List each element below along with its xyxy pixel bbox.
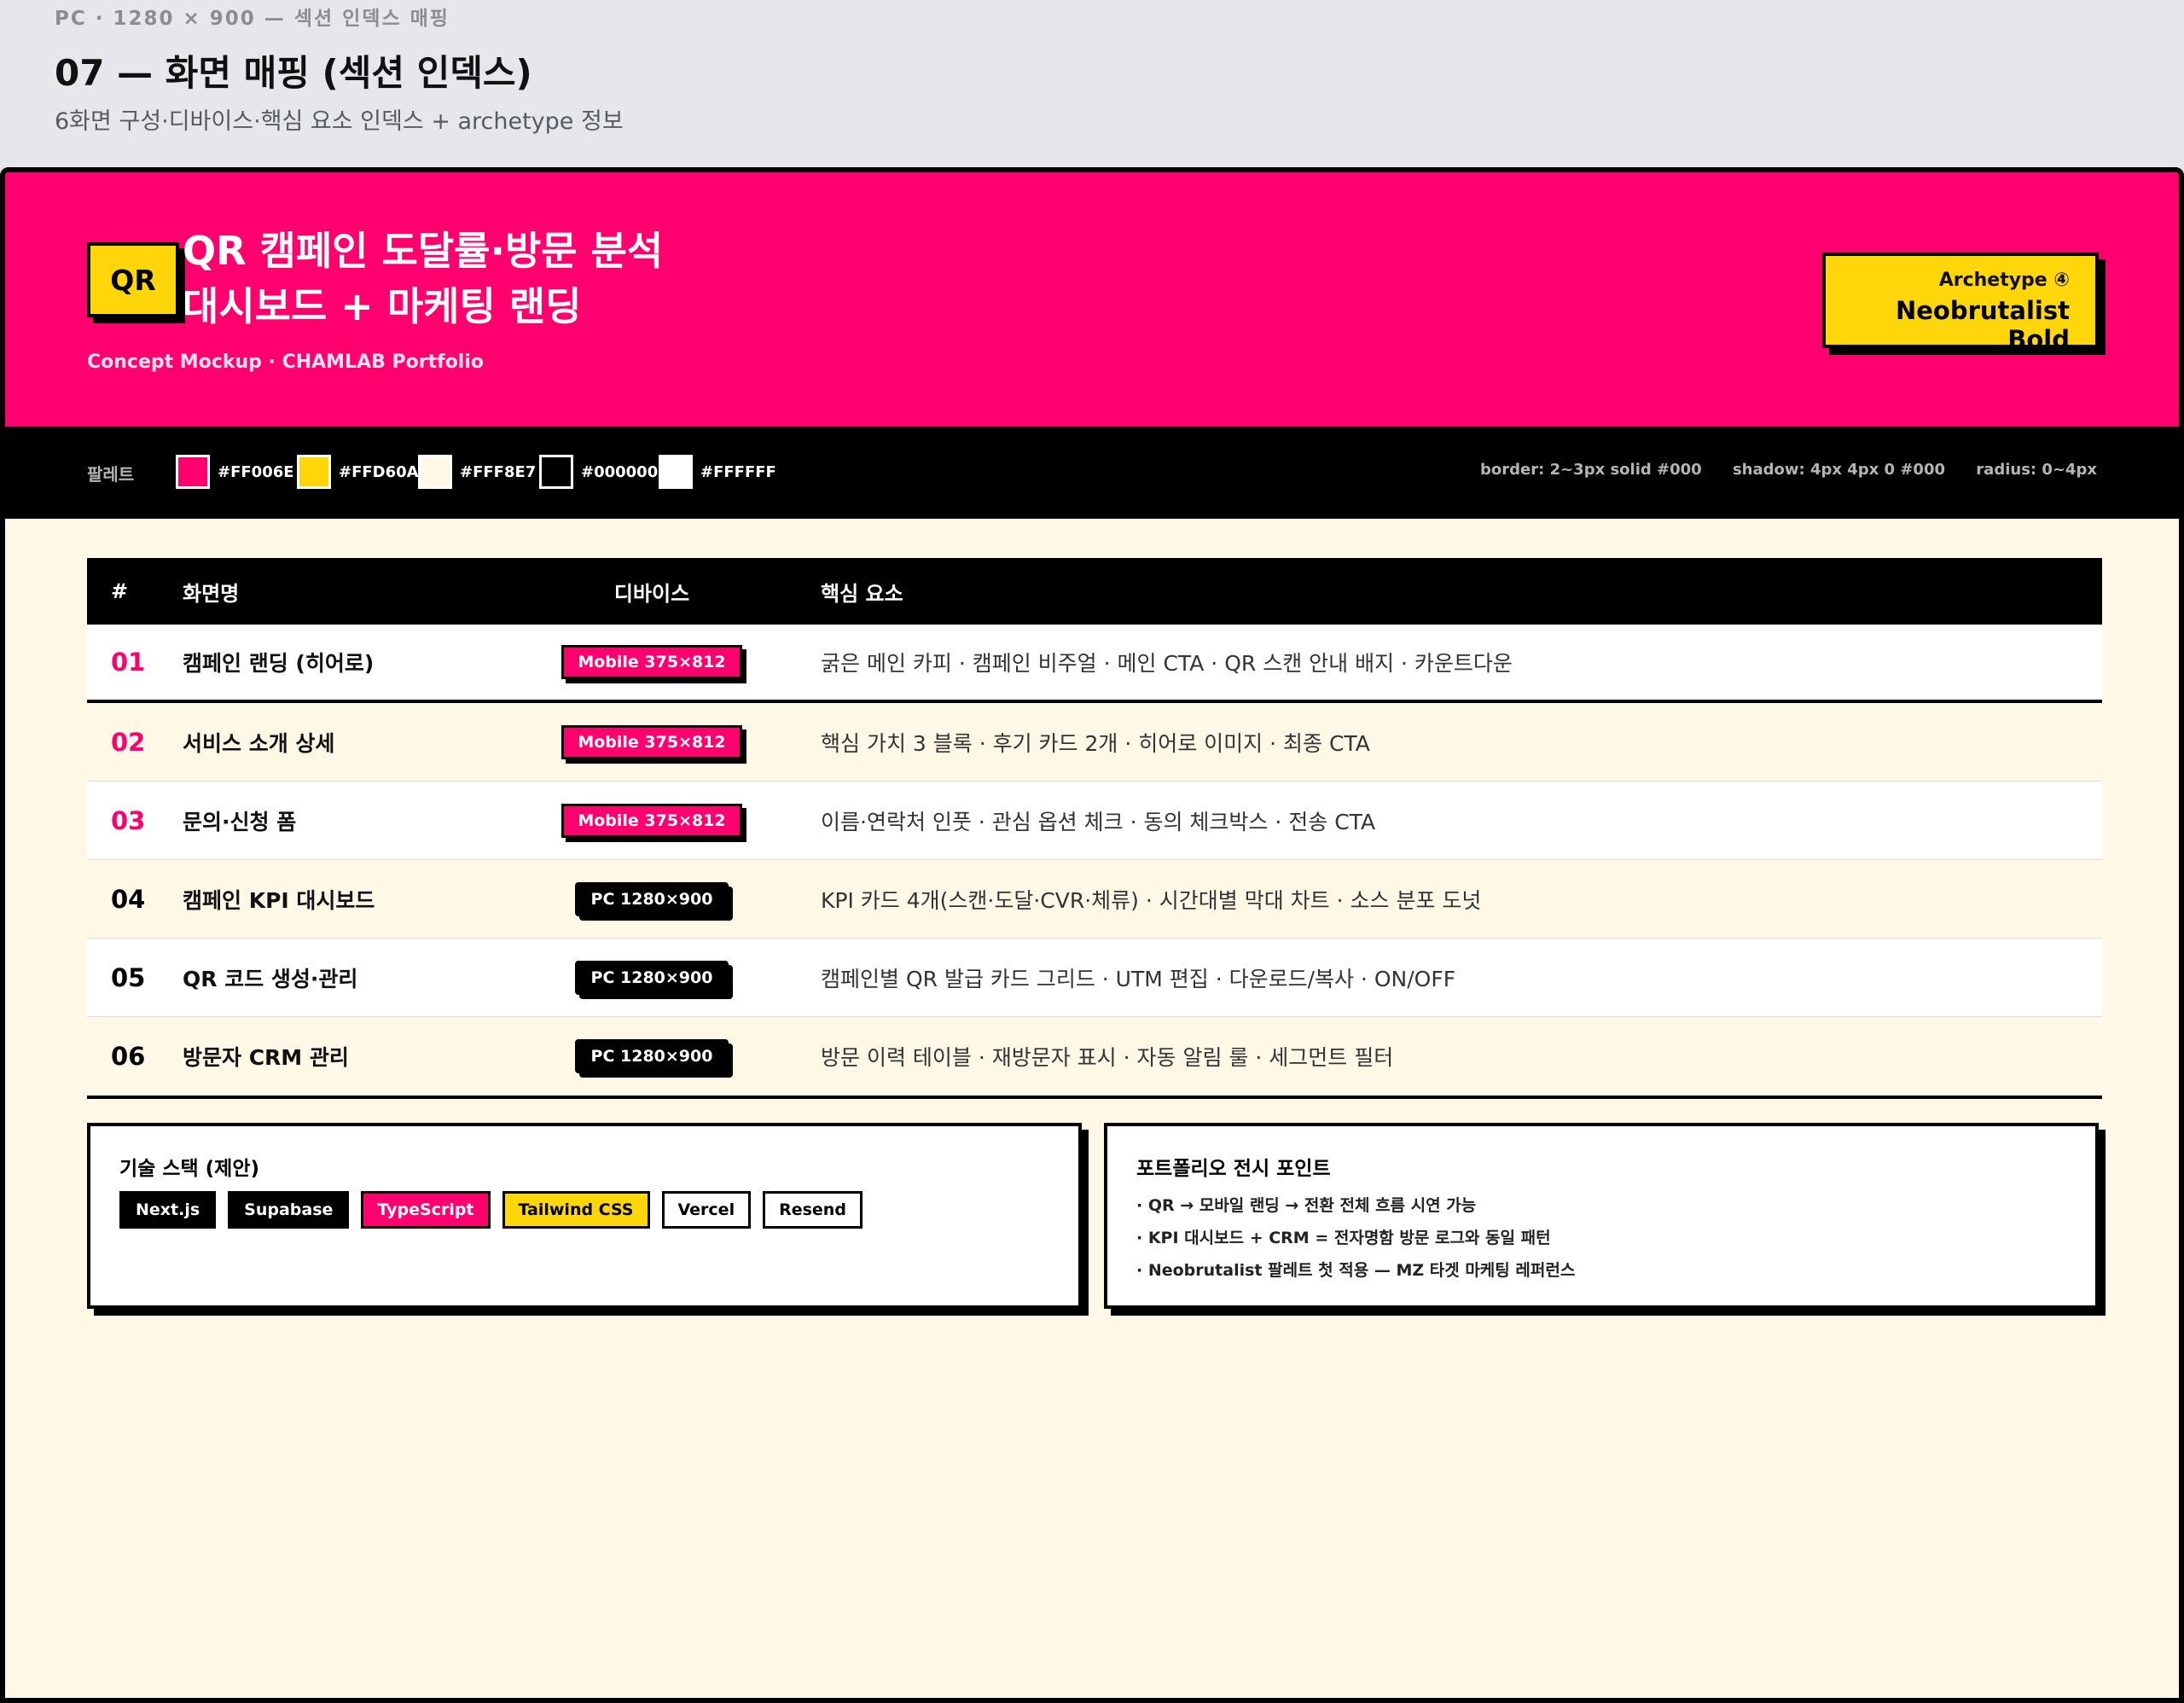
hero-caption: Concept Mockup · CHAMLAB Portfolio <box>87 352 485 373</box>
swatch-yellow: #FFD60A <box>297 455 419 489</box>
archetype-label: Archetype ④ <box>1938 270 2070 291</box>
swatch-hex: #FFFFFF <box>700 462 776 481</box>
device-badge: Mobile 375×812 <box>561 724 742 759</box>
row-keys: KPI 카드 4개(스캔·도달·CVR·체류) · 시간대별 막대 차트 · 소… <box>821 887 1482 913</box>
row-num: 05 <box>111 962 146 992</box>
row-keys: 방문 이력 테이블 · 재방문자 표시 · 자동 알림 룰 · 세그먼트 필터 <box>821 1045 1394 1070</box>
portfolio-point: · Neobrutalist 팔레트 첫 적용 — MZ 타겟 마케팅 레퍼런스 <box>1136 1261 1576 1280</box>
tech-chip-tailwind: Tailwind CSS <box>502 1191 650 1229</box>
swatch-black: #000000 <box>539 455 658 489</box>
table-row[interactable]: 01 캠페인 랜딩 (히어로) Mobile 375×812 굵은 메인 카피 … <box>87 625 2102 703</box>
hero-title-line1: QR 캠페인 도달률·방문 분석 <box>183 228 664 274</box>
row-name: 문의·신청 폼 <box>183 809 297 834</box>
swatch-hex: #000000 <box>581 462 659 481</box>
device-badge: PC 1280×900 <box>574 1039 729 1073</box>
row-keys: 굵은 메인 카피 · 캠페인 비주얼 · 메인 CTA · QR 스캔 안내 배… <box>821 651 1513 676</box>
portfolio-points-title: 포트폴리오 전시 포인트 <box>1136 1158 1331 1180</box>
device-badge: PC 1280×900 <box>574 960 729 995</box>
portfolio-points-card: 포트폴리오 전시 포인트 · QR → 모바일 랜딩 → 전환 전체 흐름 시연… <box>1104 1123 2099 1309</box>
page-subtitle: 6화면 구성·디바이스·핵심 요소 인덱스 + archetype 정보 <box>55 108 624 135</box>
device-badge: Mobile 375×812 <box>561 803 742 838</box>
page-title: 07 — 화면 매핑 (섹션 인덱스) <box>55 52 532 94</box>
tech-stack-title: 기술 스택 (제안) <box>119 1158 259 1180</box>
archetype-name: Neobrutalist Bold <box>1895 296 2070 354</box>
swatch-hex: #FFD60A <box>339 462 419 481</box>
row-device: PC 1280×900 <box>541 960 763 995</box>
swatch-color <box>659 455 693 489</box>
row-device: PC 1280×900 <box>541 881 763 916</box>
swatch-pink: #FF006E <box>176 455 294 489</box>
row-name: 캠페인 랜딩 (히어로) <box>183 651 375 676</box>
tech-chip-typescript: TypeScript <box>361 1191 491 1229</box>
table-header: # 화면명 디바이스 핵심 요소 <box>87 558 2102 625</box>
row-name: 서비스 소개 상세 <box>183 730 335 756</box>
tech-chip-vercel: Vercel <box>661 1191 752 1229</box>
table-row[interactable]: 06 방문자 CRM 관리 PC 1280×900 방문 이력 테이블 · 재방… <box>87 1017 2102 1096</box>
row-num: 03 <box>111 805 146 835</box>
row-device: Mobile 375×812 <box>541 645 763 679</box>
portfolio-point: · KPI 대시보드 + CRM = 전자명함 방문 로그와 동일 패턴 <box>1136 1229 1551 1247</box>
archetype-card: Archetype ④ Neobrutalist Bold <box>1822 253 2099 354</box>
portfolio-point: · QR → 모바일 랜딩 → 전환 전체 흐름 시연 가능 <box>1136 1196 1477 1215</box>
swatch-color <box>297 455 331 489</box>
table-row[interactable]: 02 서비스 소개 상세 Mobile 375×812 핵심 가치 3 블록 ·… <box>87 703 2102 782</box>
swatch-hex: #FFF8E7 <box>460 462 537 481</box>
portfolio-points-list: · QR → 모바일 랜딩 → 전환 전체 흐름 시연 가능 · KPI 대시보… <box>1136 1189 1575 1287</box>
tech-stack-card: 기술 스택 (제안) Next.js Supabase TypeScript T… <box>87 1123 1082 1309</box>
swatch-cream: #FFF8E7 <box>418 455 536 489</box>
tech-chip-supabase: Supabase <box>228 1191 350 1229</box>
swatch-white: #FFFFFF <box>659 455 776 489</box>
row-keys: 캠페인별 QR 발급 카드 그리드 · UTM 편집 · 다운로드/복사 · O… <box>821 966 1456 991</box>
mockup-frame: QR QR 캠페인 도달률·방문 분석 대시보드 + 마케팅 랜딩 Concep… <box>0 167 2184 1703</box>
row-device: Mobile 375×812 <box>541 803 763 838</box>
tech-chip-nextjs: Next.js <box>119 1191 217 1229</box>
spec-radius: radius: 0~4px <box>1976 461 2097 479</box>
row-name: 캠페인 KPI 대시보드 <box>183 887 375 913</box>
swatch-hex: #FF006E <box>218 462 294 481</box>
page-meta: PC · 1280 × 900 — 섹션 인덱스 매핑 <box>55 8 450 30</box>
spec-shadow: shadow: 4px 4px 0 #000 <box>1732 461 1946 479</box>
tech-chip-list: Next.js Supabase TypeScript Tailwind CSS… <box>119 1191 874 1229</box>
row-keys: 핵심 가치 3 블록 · 후기 카드 2개 · 히어로 이미지 · 최종 CTA <box>821 730 1370 756</box>
swatch-color <box>418 455 452 489</box>
row-num: 02 <box>111 727 146 757</box>
device-badge: Mobile 375×812 <box>561 645 742 679</box>
header-device: 디바이스 <box>613 581 690 606</box>
row-device: Mobile 375×812 <box>541 724 763 759</box>
tech-chip-resend: Resend <box>763 1191 863 1229</box>
header-keys: 핵심 요소 <box>821 581 903 606</box>
hero-title-line2: 대시보드 + 마케팅 랜딩 <box>183 283 582 329</box>
swatch-color <box>176 455 210 489</box>
row-name: QR 코드 생성·관리 <box>183 966 358 991</box>
table-row[interactable]: 04 캠페인 KPI 대시보드 PC 1280×900 KPI 카드 4개(스캔… <box>87 860 2102 939</box>
table-row[interactable]: 05 QR 코드 생성·관리 PC 1280×900 캠페인별 QR 발급 카드… <box>87 939 2102 1017</box>
palette-label: 팔레트 <box>87 464 135 485</box>
style-specs: border: 2~3px solid #000 shadow: 4px 4px… <box>1455 461 2097 479</box>
table-row[interactable]: 03 문의·신청 폼 Mobile 375×812 이름·연락처 인풋 · 관심… <box>87 782 2102 860</box>
screen-index-table: # 화면명 디바이스 핵심 요소 01 캠페인 랜딩 (히어로) Mobile … <box>87 558 2102 1099</box>
device-badge: PC 1280×900 <box>574 881 729 916</box>
row-num: 04 <box>111 884 146 914</box>
hero-banner: QR QR 캠페인 도달률·방문 분석 대시보드 + 마케팅 랜딩 Concep… <box>5 172 2179 427</box>
swatch-color <box>539 455 573 489</box>
row-keys: 이름·연락처 인풋 · 관심 옵션 체크 · 동의 체크박스 · 전송 CTA <box>821 809 1376 834</box>
row-num: 06 <box>111 1042 146 1071</box>
header-num: # <box>111 579 129 603</box>
row-device: PC 1280×900 <box>541 1039 763 1073</box>
hero-title: QR 캠페인 도달률·방문 분석 대시보드 + 마케팅 랜딩 <box>183 224 663 334</box>
row-name: 방문자 CRM 관리 <box>183 1045 349 1070</box>
palette-bar: 팔레트 #FF006E #FFD60A #FFF8E7 #000000 #FFF… <box>5 427 2179 519</box>
header-name: 화면명 <box>183 581 240 606</box>
row-num: 01 <box>111 648 146 677</box>
qr-logo-badge: QR <box>87 242 179 317</box>
spec-border: border: 2~3px solid #000 <box>1480 461 1702 479</box>
